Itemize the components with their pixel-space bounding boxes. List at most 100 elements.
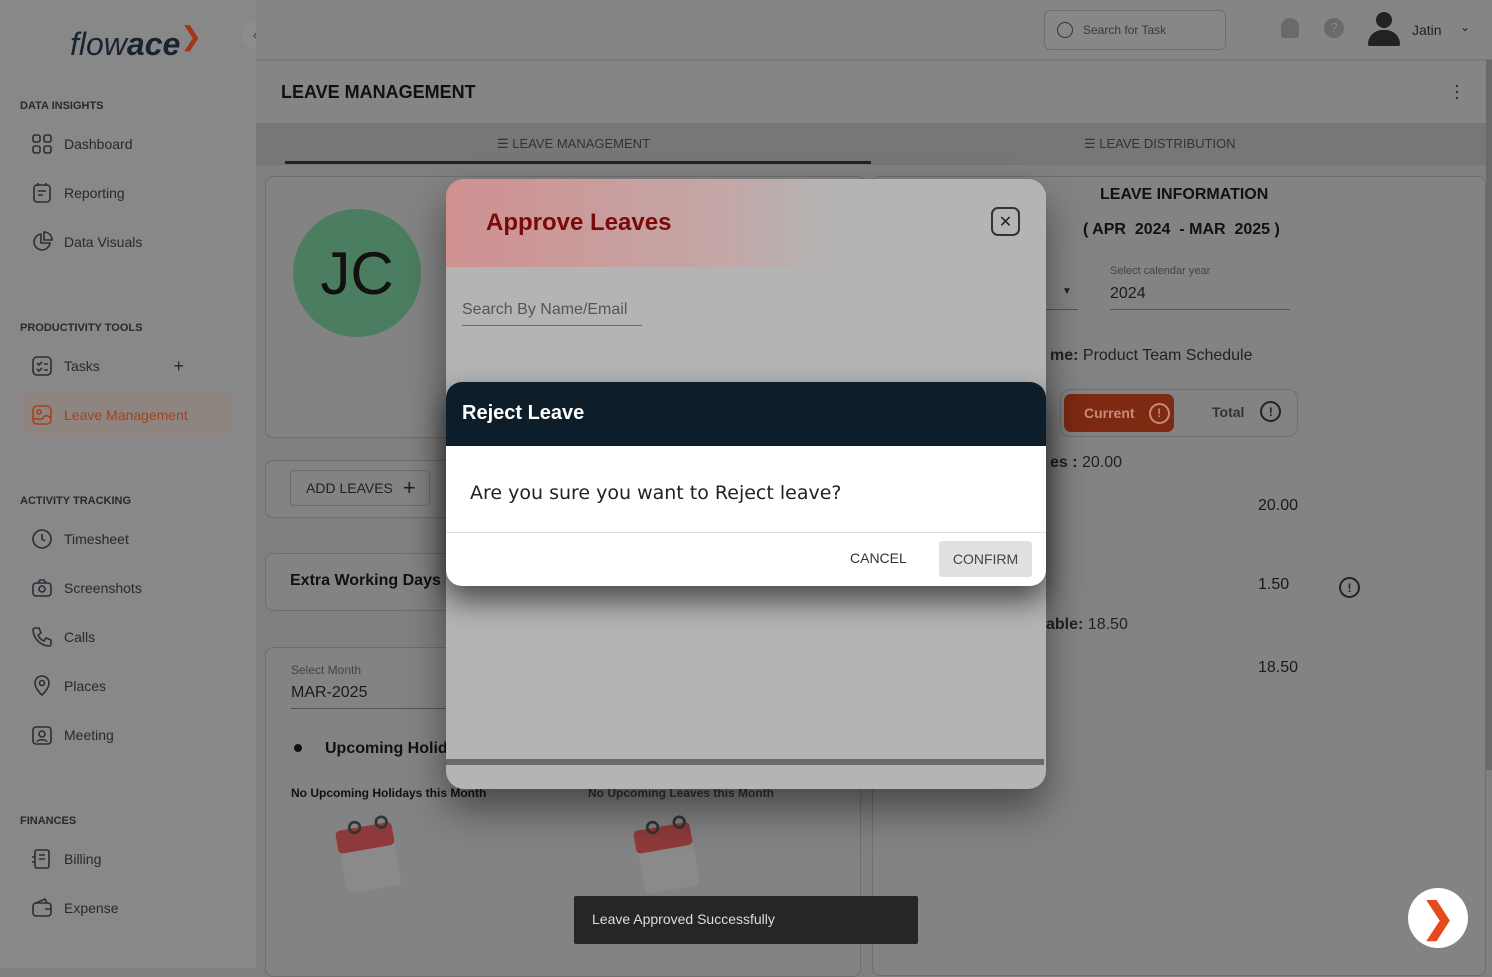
sidebar-item-label: Screenshots	[64, 580, 142, 596]
current-button[interactable]: Current!	[1064, 394, 1174, 432]
reject-leave-message: Are you sure you want to Reject leave?	[470, 482, 842, 504]
search-icon	[1057, 22, 1073, 38]
sidebar-item-label: Calls	[64, 629, 96, 645]
pin-icon	[34, 675, 50, 697]
sidebar-item-label: Meeting	[64, 727, 114, 743]
select-month-label: Select Month	[291, 663, 362, 677]
reject-leave-dialog: Reject Leave Are you sure you want to Re…	[446, 382, 1046, 586]
pie-icon	[33, 231, 53, 251]
tab-leave-management[interactable]: ☰ LEAVE MANAGEMENT	[497, 136, 650, 152]
sidebar-item-label: Dashboard	[64, 136, 133, 152]
bell-icon[interactable]	[1281, 18, 1299, 38]
sidebar-item-label: Data Visuals	[64, 234, 143, 250]
sidebar-item-dashboard[interactable]: Dashboard	[20, 123, 234, 165]
add-leaves-button[interactable]: ADD LEAVES +	[290, 470, 430, 506]
confirm-button[interactable]: CONFIRM	[939, 541, 1032, 577]
sidebar-item-leave-management[interactable]: Leave Management	[20, 394, 234, 436]
scrollbar[interactable]	[1486, 60, 1492, 770]
info-icon[interactable]: !	[1339, 577, 1360, 598]
more-options-icon[interactable]: · · ·	[1454, 76, 1460, 106]
active-tab-indicator	[285, 161, 871, 164]
bullet-icon	[294, 744, 302, 752]
horizontal-scrollbar[interactable]	[446, 759, 1044, 765]
total-button[interactable]: Total!	[1212, 401, 1282, 422]
sidebar-item-label: Places	[64, 678, 107, 694]
page-title: LEAVE MANAGEMENT	[281, 82, 476, 102]
month-underline	[291, 708, 451, 709]
report-icon	[33, 183, 51, 203]
divider	[446, 532, 1046, 533]
sidebar-item-places[interactable]: Places	[20, 665, 234, 707]
schedule: me: Product Team Schedule	[1050, 347, 1253, 365]
upcoming-holidays-heading: Upcoming Holida	[325, 740, 457, 757]
sidebar-section-title: ACTIVITY TRACKING	[20, 495, 132, 507]
sidebar-item-reporting[interactable]: Reporting	[20, 172, 234, 214]
no-holidays-text: No Upcoming Holidays this Month	[291, 786, 487, 800]
calendar-icon	[335, 815, 402, 894]
chevron-down-icon[interactable]: ⌄	[1460, 20, 1470, 34]
extra-working-days-label: Extra Working Days :	[290, 572, 451, 589]
avatar: JC	[293, 209, 421, 337]
reject-leave-title: Reject Leave	[446, 382, 1046, 446]
top-bar	[256, 0, 1492, 60]
approve-leaves-title: Approve Leaves	[486, 209, 672, 236]
calendar-year-label: Select calendar year	[1110, 265, 1211, 277]
sidebar-item-expense[interactable]: Expense	[20, 887, 234, 929]
clock-icon	[32, 529, 52, 549]
flowace-chat-button[interactable]: ❯	[1408, 888, 1468, 948]
success-toast: Leave Approved Successfully	[574, 896, 918, 944]
flowace-logo[interactable]: flowace❯	[70, 21, 202, 63]
help-icon[interactable]: ?	[1324, 18, 1344, 38]
sidebar-item-label: Billing	[64, 851, 102, 867]
select-month-value[interactable]: MAR-2025	[291, 684, 367, 702]
calendar-year-value[interactable]: 2024	[1110, 285, 1146, 303]
user-avatar[interactable]	[1368, 12, 1400, 46]
sidebar-item-calls[interactable]: Calls	[20, 616, 234, 658]
sidebar-item-label: Tasks	[64, 358, 100, 374]
tasks-icon	[32, 356, 52, 376]
sidebar-item-data-visuals[interactable]: Data Visuals	[20, 221, 234, 263]
sidebar-item-label: Reporting	[64, 185, 125, 201]
close-icon[interactable]: ✕	[991, 207, 1020, 236]
camera-icon	[32, 579, 52, 597]
sidebar-item-label: Timesheet	[64, 531, 129, 547]
leave-period: ( APR 2024 - MAR 2025 )	[1083, 221, 1280, 238]
available-leaves: able: 18.50	[1046, 616, 1128, 634]
billing-icon	[32, 849, 50, 869]
user-name[interactable]: Jatin	[1412, 22, 1442, 38]
sidebar-item-meeting[interactable]: Meeting	[20, 714, 234, 756]
sidebar-section-title: PRODUCTIVITY TOOLS	[20, 322, 143, 334]
grid-icon	[32, 134, 52, 154]
info-icon: !	[1148, 402, 1170, 424]
row-value: 1.50	[1258, 576, 1290, 593]
info-icon: !	[1260, 401, 1282, 422]
row-value: 20.00	[1258, 497, 1299, 514]
dropdown-underline	[1046, 309, 1078, 310]
task-search-input[interactable]: Search for Task	[1044, 10, 1226, 50]
add-task-icon[interactable]: +	[173, 356, 184, 377]
tab-bar	[256, 123, 1492, 165]
tab-leave-distribution[interactable]: ☰ LEAVE DISTRIBUTION	[1084, 136, 1236, 152]
search-placeholder: Search for Task	[1083, 23, 1167, 37]
cancel-button[interactable]: CANCEL	[850, 550, 907, 566]
sidebar-item-timesheet[interactable]: Timesheet	[20, 518, 234, 560]
schedule-label: me:	[1050, 347, 1079, 364]
sidebar-item-tasks[interactable]: Tasks +	[20, 345, 234, 387]
sidebar-section-title: FINANCES	[20, 815, 77, 827]
sidebar-item-billing[interactable]: Billing	[20, 838, 234, 880]
row-value: 18.50	[1258, 659, 1299, 676]
sidebar-item-label: Expense	[64, 900, 119, 916]
dropdown-arrow-icon[interactable]: ▼	[1062, 286, 1072, 297]
calendar-icon	[633, 815, 700, 894]
phone-icon	[32, 627, 52, 647]
sidebar-item-screenshots[interactable]: Screenshots	[20, 567, 234, 609]
image-icon	[32, 405, 52, 425]
search-name-email-input[interactable]: Search By Name/Email	[462, 301, 642, 326]
sidebar: flowace❯ DATA INSIGHTS Dashboard Reporting…	[0, 0, 256, 968]
year-underline	[1110, 309, 1290, 310]
meeting-icon	[32, 726, 52, 745]
available-label: able:	[1046, 616, 1084, 633]
available-value: 18.50	[1087, 616, 1128, 633]
total-leaves-value: 20.00	[1082, 454, 1123, 471]
schedule-value: Product Team Schedule	[1082, 347, 1253, 364]
